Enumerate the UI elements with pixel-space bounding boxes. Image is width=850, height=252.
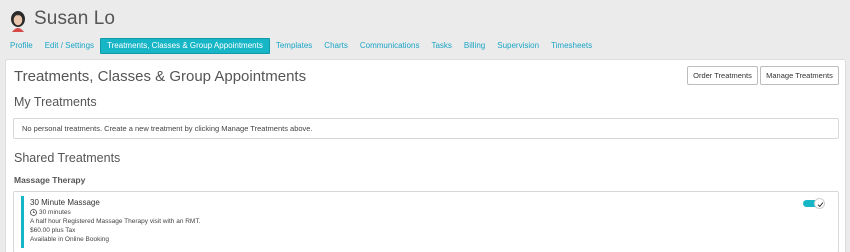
- treatment-description: A half hour Registered Massage Therapy v…: [30, 218, 201, 225]
- tab-tasks[interactable]: Tasks: [425, 38, 457, 54]
- treatment-enabled-toggle[interactable]: [803, 198, 827, 209]
- tab-templates[interactable]: Templates: [270, 38, 318, 54]
- page-header: Susan Lo: [0, 0, 850, 36]
- tab-treatments[interactable]: Treatments, Classes & Group Appointments: [100, 38, 270, 54]
- empty-state-message: No personal treatments. Create a new tre…: [22, 124, 313, 133]
- user-name: Susan Lo: [34, 8, 116, 29]
- manage-treatments-button[interactable]: Manage Treatments: [760, 66, 839, 85]
- clock-icon: [30, 209, 37, 216]
- treatment-price: $60.00 plus Tax: [30, 227, 76, 234]
- tab-communications[interactable]: Communications: [354, 38, 426, 54]
- tab-charts[interactable]: Charts: [318, 38, 354, 54]
- my-treatments-empty-state: No personal treatments. Create a new tre…: [13, 118, 839, 139]
- tab-supervision[interactable]: Supervision: [491, 38, 545, 54]
- page-title: Treatments, Classes & Group Appointments: [14, 68, 307, 85]
- treatment-card[interactable]: 30 Minute Massage 30 minutes A half hour…: [13, 191, 839, 252]
- treatments-panel: Treatments, Classes & Group Appointments…: [5, 59, 846, 252]
- check-icon: [817, 202, 824, 208]
- profile-tabs: Profile Edit / Settings Treatments, Clas…: [4, 38, 598, 54]
- treatment-duration: 30 minutes: [30, 208, 71, 217]
- tab-profile[interactable]: Profile: [4, 38, 39, 54]
- shared-treatments-heading: Shared Treatments: [14, 151, 121, 165]
- tab-billing[interactable]: Billing: [458, 38, 491, 54]
- tab-edit-settings[interactable]: Edit / Settings: [39, 38, 100, 54]
- user-avatar-icon: [9, 10, 27, 32]
- treatment-booking-status: Available in Online Booking: [30, 236, 110, 243]
- my-treatments-heading: My Treatments: [14, 95, 97, 109]
- tab-timesheets[interactable]: Timesheets: [545, 38, 598, 54]
- treatment-accent-bar: [21, 196, 24, 248]
- treatment-name: 30 Minute Massage: [30, 198, 100, 207]
- order-treatments-button[interactable]: Order Treatments: [687, 66, 758, 85]
- treatment-duration-text: 30 minutes: [39, 209, 71, 216]
- toggle-knob: [814, 198, 825, 209]
- category-label: Massage Therapy: [14, 175, 86, 185]
